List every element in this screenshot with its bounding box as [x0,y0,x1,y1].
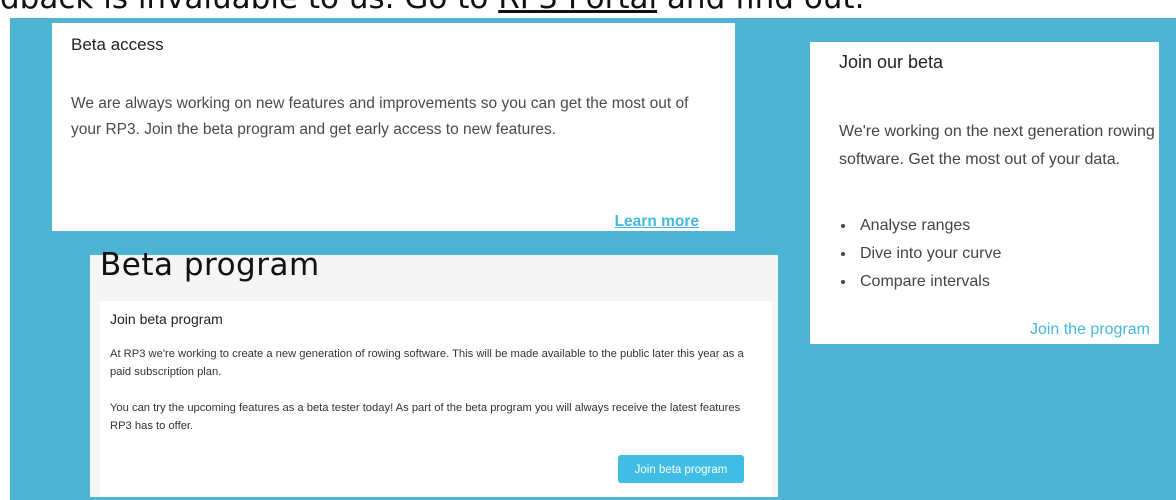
page-title: Beta program [100,247,320,283]
beta-program-paragraph-2: You can try the upcoming features as a b… [110,402,741,432]
join-the-program-link[interactable]: Join the program [1030,321,1150,339]
feature-item-analyse-ranges: Analyse ranges [856,212,1001,240]
feature-item-dive-into-curve: Dive into your curve [856,240,1001,268]
join-beta-program-card: Join beta program At RP3 we're working t… [100,301,772,497]
header-text-after: and find out. [657,0,865,16]
join-beta-program-button[interactable]: Join beta program [618,455,744,483]
join-beta-program-title: Join beta program [110,311,223,327]
join-our-beta-title: Join our beta [839,52,944,72]
beta-access-card: Beta access We are always working on new… [52,23,735,231]
beta-access-description: We are always working on new features an… [71,95,689,138]
feature-list: Analyse ranges Dive into your curve Comp… [836,212,1001,296]
rp3-portal-link[interactable]: RP3 Portal [498,0,657,16]
feature-item-compare-intervals: Compare intervals [856,268,1001,296]
beta-access-title: Beta access [71,35,164,54]
beta-program-paragraph-1: At RP3 we're working to create a new gen… [110,348,744,378]
header-text-before: dback is invaluable to us. Go to [0,0,498,16]
header-text: dback is invaluable to us. Go to RP3 Por… [0,0,1176,18]
join-our-beta-description: We're working on the next generation row… [839,123,1155,168]
join-our-beta-card: Join our beta We're working on the next … [810,42,1159,344]
beta-program-panel: Beta program Join beta program At RP3 we… [90,247,778,497]
learn-more-link[interactable]: Learn more [615,213,699,231]
